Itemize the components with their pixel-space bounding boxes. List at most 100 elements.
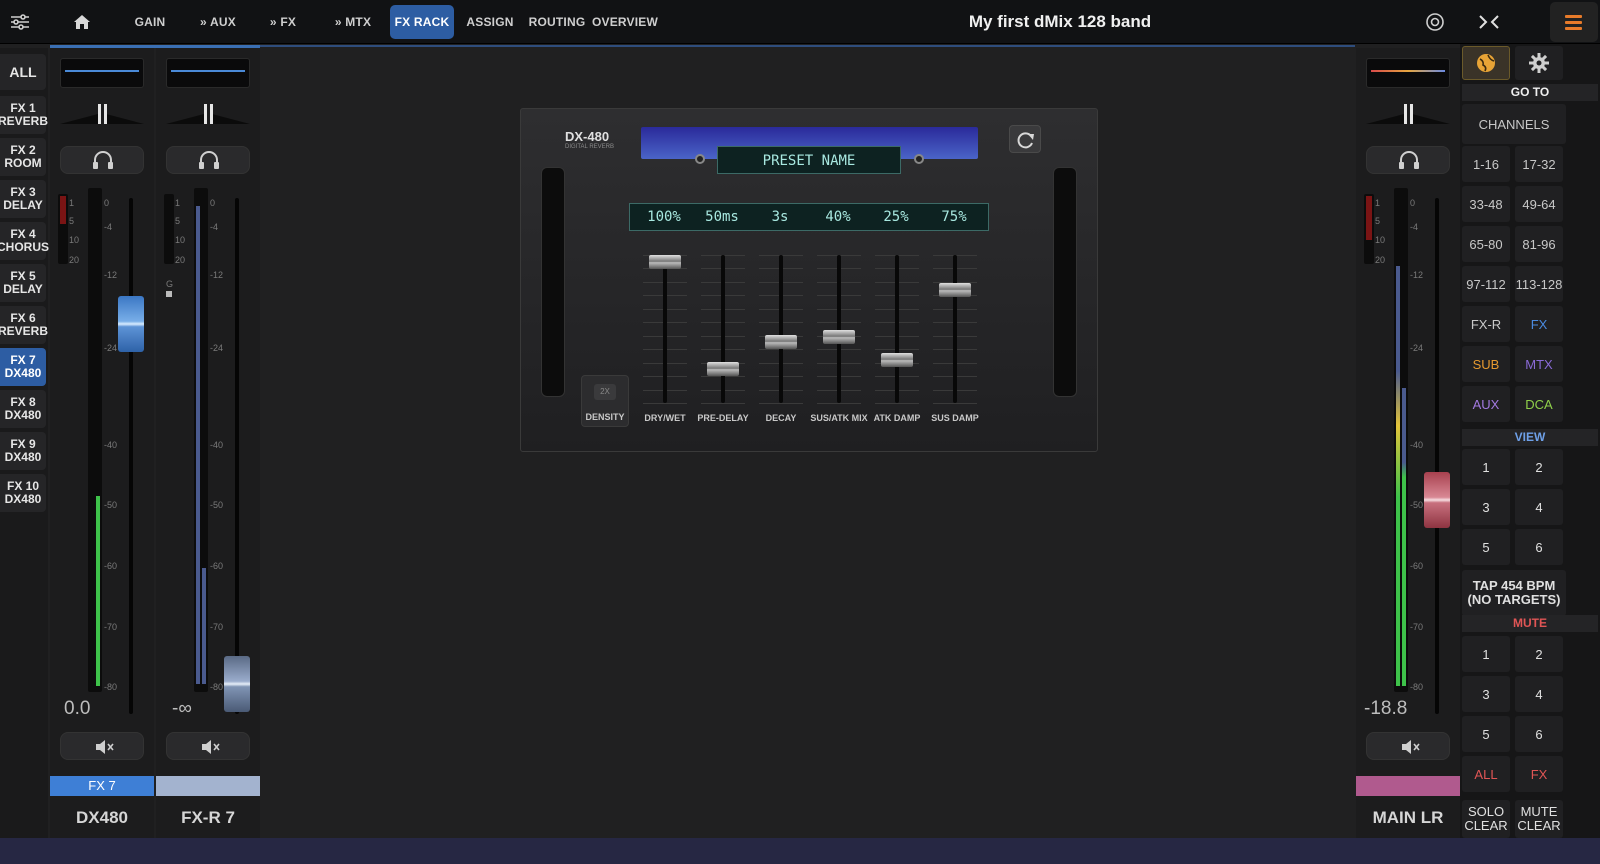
fader-scale-tick <box>875 403 919 404</box>
pre-delay-fader-handle[interactable] <box>707 362 739 377</box>
range-49-64[interactable]: 49-64 <box>1515 186 1563 222</box>
fx-slot-7[interactable]: FX 7 DX480 <box>0 348 46 386</box>
fx-slot-8[interactable]: FX 8 DX480 <box>0 390 46 428</box>
headphones-icon <box>1399 151 1419 169</box>
fader-scale-tick <box>933 403 977 404</box>
mute-group-6[interactable]: 6 <box>1515 716 1563 752</box>
fader-handle[interactable] <box>1424 472 1450 528</box>
solo-clear-button[interactable]: SOLO CLEAR <box>1462 800 1510 838</box>
strip-eq-preview[interactable] <box>166 58 250 88</box>
channels-button[interactable]: CHANNELS <box>1462 104 1566 144</box>
density-button[interactable]: 2X DENSITY <box>581 375 629 427</box>
strip-name[interactable]: FX-R 7 <box>156 798 260 838</box>
view-4[interactable]: 4 <box>1515 489 1563 525</box>
range-65-80[interactable]: 65-80 <box>1462 226 1510 262</box>
strip-name[interactable]: DX480 <box>50 798 154 838</box>
fx-slot-6[interactable]: FX 6 REVERB <box>0 306 48 344</box>
solo-clear-line2: CLEAR <box>1464 818 1508 833</box>
tab-mtx[interactable]: » MTX <box>326 5 380 39</box>
target-icon[interactable] <box>1420 5 1450 39</box>
home-icon[interactable] <box>66 5 98 39</box>
collapse-icon[interactable] <box>1472 5 1506 39</box>
meter-scale-label: -80 <box>210 682 224 692</box>
range-33-48[interactable]: 33-48 <box>1462 186 1510 222</box>
group-fx-r[interactable]: FX-R <box>1462 306 1510 342</box>
range-81-96[interactable]: 81-96 <box>1515 226 1563 262</box>
tab-overview[interactable]: OVERVIEW <box>592 5 658 39</box>
globe-icon[interactable] <box>1462 46 1510 80</box>
preset-prev-knob[interactable] <box>695 154 705 164</box>
fx-slot-2[interactable]: FX 2 ROOM <box>0 138 46 176</box>
solo-headphones-button[interactable] <box>60 146 144 174</box>
fader-handle[interactable] <box>224 656 250 712</box>
fx-slot-5[interactable]: FX 5 DELAY <box>0 264 46 302</box>
mute-fx-button[interactable]: FX <box>1515 756 1563 792</box>
mute-all-button[interactable]: ALL <box>1462 756 1510 792</box>
sus-atk-mix-fader-handle[interactable] <box>823 330 855 345</box>
range-1-16[interactable]: 1-16 <box>1462 146 1510 182</box>
tap-tempo-button[interactable]: TAP 454 BPM (NO TARGETS) <box>1462 570 1566 616</box>
mute-group-5[interactable]: 5 <box>1462 716 1510 752</box>
tab-assign[interactable]: ASSIGN <box>462 5 518 39</box>
pan-control[interactable] <box>166 102 250 126</box>
mute-button[interactable] <box>1366 732 1450 760</box>
fx-slot-3[interactable]: FX 3 DELAY <box>0 180 46 218</box>
tab-fx-rack[interactable]: FX RACK <box>390 5 454 39</box>
sus-atk-mix-track <box>837 255 841 403</box>
view-2[interactable]: 2 <box>1515 449 1563 485</box>
settings-sliders-icon[interactable] <box>4 5 36 39</box>
tab-aux[interactable]: » AUX <box>192 5 244 39</box>
mute-group-2[interactable]: 2 <box>1515 636 1563 672</box>
fx-list-all[interactable]: ALL <box>0 54 46 90</box>
range-97-112[interactable]: 97-112 <box>1462 266 1510 302</box>
mute-button[interactable] <box>166 732 250 760</box>
view-header: VIEW <box>1462 429 1598 446</box>
tab-routing[interactable]: ROUTING <box>526 5 588 39</box>
group-mtx[interactable]: MTX <box>1515 346 1563 382</box>
mute-clear-button[interactable]: MUTE CLEAR <box>1515 800 1563 838</box>
dry-wet-fader-handle[interactable] <box>649 255 681 269</box>
group-aux[interactable]: AUX <box>1462 386 1510 422</box>
fx-slot-10[interactable]: FX 10 DX480 <box>0 474 46 512</box>
fader-handle[interactable] <box>118 296 144 352</box>
speaker-mute-icon <box>202 740 220 754</box>
range-113-128[interactable]: 113-128 <box>1515 266 1563 302</box>
decay-fader-handle[interactable] <box>765 335 797 350</box>
group-fx[interactable]: FX <box>1515 306 1563 342</box>
view-5[interactable]: 5 <box>1462 529 1510 565</box>
fader-scale-tick <box>817 403 861 404</box>
fx-slot-1[interactable]: FX 1 REVERB <box>0 96 48 134</box>
mute-clear-line1: MUTE <box>1520 804 1558 819</box>
group-dca[interactable]: DCA <box>1515 386 1563 422</box>
hamburger-menu-icon[interactable] <box>1550 2 1598 42</box>
gear-icon[interactable] <box>1515 46 1563 80</box>
view-1[interactable]: 1 <box>1462 449 1510 485</box>
gr-scale-label: 20 <box>1375 255 1386 265</box>
atk-damp-track <box>895 255 899 403</box>
strip-name[interactable]: MAIN LR <box>1356 798 1460 838</box>
fx-slot-9[interactable]: FX 9 DX480 <box>0 432 46 470</box>
meter-scale-label: -24 <box>104 343 118 353</box>
range-17-32[interactable]: 17-32 <box>1515 146 1563 182</box>
atk-damp-fader-handle[interactable] <box>881 352 913 367</box>
strip-eq-preview[interactable] <box>1366 58 1450 88</box>
solo-headphones-button[interactable] <box>1366 146 1450 174</box>
tab-gain[interactable]: GAIN <box>128 5 172 39</box>
reset-button[interactable] <box>1009 125 1041 153</box>
solo-headphones-button[interactable] <box>166 146 250 174</box>
group-sub[interactable]: SUB <box>1462 346 1510 382</box>
view-3[interactable]: 3 <box>1462 489 1510 525</box>
mute-group-1[interactable]: 1 <box>1462 636 1510 672</box>
pan-control[interactable] <box>1366 102 1450 126</box>
preset-next-knob[interactable] <box>914 154 924 164</box>
mute-group-4[interactable]: 4 <box>1515 676 1563 712</box>
pan-control[interactable] <box>60 102 144 126</box>
tab-fx[interactable]: » FX <box>262 5 304 39</box>
fx-slot-4[interactable]: FX 4 CHORUS <box>0 222 49 260</box>
preset-name-display[interactable]: PRESET NAME <box>717 146 901 174</box>
view-6[interactable]: 6 <box>1515 529 1563 565</box>
mute-button[interactable] <box>60 732 144 760</box>
strip-eq-preview[interactable] <box>60 58 144 88</box>
sus-damp-fader-handle[interactable] <box>939 283 971 298</box>
mute-group-3[interactable]: 3 <box>1462 676 1510 712</box>
